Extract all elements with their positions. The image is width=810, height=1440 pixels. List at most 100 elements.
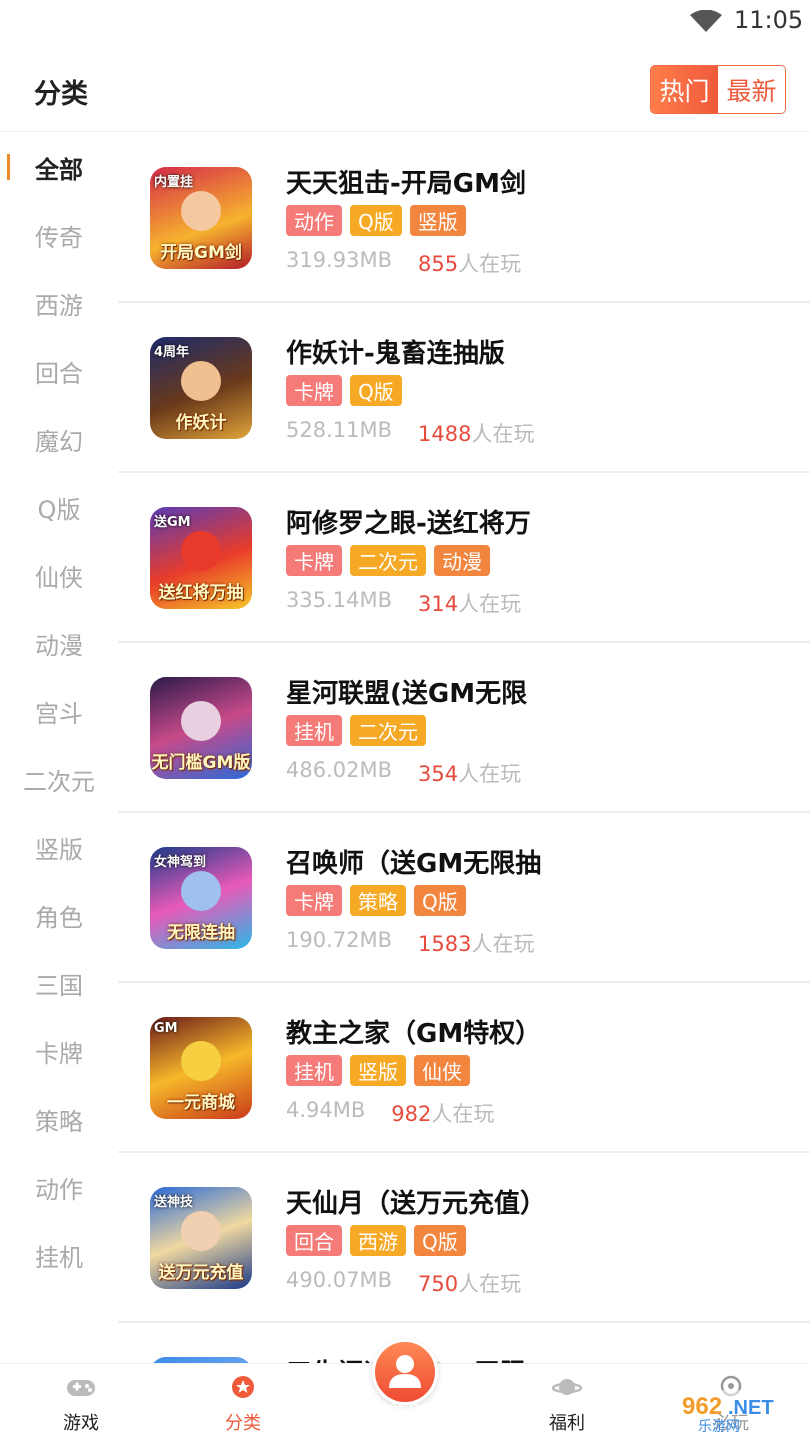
game-size: 528.11MB	[286, 418, 393, 442]
tab-category[interactable]: 分类	[188, 1364, 298, 1440]
game-meta: 190.72MB 1583人在玩	[286, 928, 534, 958]
clock: 11:05	[734, 6, 804, 34]
category-item[interactable]: 策略	[0, 1099, 118, 1139]
game-icon[interactable]: 送GM 送红将万抽	[150, 507, 252, 609]
game-list: 内置挂 开局GM剑 天天狙击-开局GM剑 动作 Q版 竖版 319.93MB 855人在玩 4周…	[118, 133, 810, 1363]
game-icon-badge-text: 4周年	[154, 345, 190, 360]
watermark-logo: 962 .NET 乐游网	[676, 1390, 804, 1435]
svg-text:.NET: .NET	[728, 1397, 774, 1419]
players-number: 1583	[418, 932, 472, 956]
category-item[interactable]: 动漫	[0, 623, 118, 663]
page-title: 分类	[34, 79, 88, 110]
game-icon[interactable]: 4周年 作妖计	[150, 337, 252, 439]
game-title: 作妖计-鬼畜连抽版	[286, 339, 505, 369]
game-size: 319.93MB	[286, 248, 393, 272]
players-number: 314	[418, 592, 459, 616]
game-tag: 仙侠	[414, 1055, 470, 1086]
game-tag: 回合	[286, 1225, 342, 1256]
game-tags: 卡牌 二次元 动漫	[286, 545, 490, 576]
tab-mine-label: 我的	[391, 1402, 419, 1418]
sort-hot-button[interactable]: 热门	[651, 66, 718, 113]
game-tags: 卡牌 Q版	[286, 375, 402, 406]
category-item[interactable]: 传奇	[0, 215, 118, 255]
svg-text:962: 962	[682, 1393, 722, 1420]
game-icon-badge-text: GM	[154, 1021, 178, 1036]
category-item[interactable]: 魔幻	[0, 419, 118, 459]
players-count: 354人在玩	[418, 758, 521, 788]
game-meta: 4.94MB 982人在玩	[286, 1098, 494, 1128]
game-list-item[interactable]: 内置挂 开局GM剑 天天狙击-开局GM剑 动作 Q版 竖版 319.93MB 855人在玩	[118, 133, 810, 303]
category-item[interactable]: 宫斗	[0, 691, 118, 731]
game-tags: 动作 Q版 竖版	[286, 205, 466, 236]
game-tags: 卡牌 策略 Q版	[286, 885, 466, 916]
category-item[interactable]: 三国	[0, 963, 118, 1003]
game-icon-badge-text: 内置挂	[154, 175, 194, 190]
game-icon-character	[181, 701, 221, 741]
category-item[interactable]: 西游	[0, 283, 118, 323]
game-tag: 动漫	[434, 545, 490, 576]
game-icon[interactable]: 送神技送万元充值	[150, 1187, 252, 1289]
game-icon-badge-text: 送神技	[154, 1195, 194, 1210]
game-icon[interactable]: 无门槛GM版	[150, 677, 252, 779]
game-title: 阿修罗之眼-送红将万	[286, 509, 531, 539]
header: 分类 热门 最新	[0, 44, 810, 132]
category-item[interactable]: 仙侠	[0, 555, 118, 595]
game-tag: 竖版	[350, 1055, 406, 1086]
category-item[interactable]: 全部	[0, 147, 118, 187]
game-icon[interactable]: 内置挂开局GM剑	[150, 167, 252, 269]
game-tag: Q版	[350, 375, 402, 406]
category-item[interactable]: 卡牌	[0, 1031, 118, 1071]
category-item[interactable]: Q版	[0, 487, 118, 527]
game-list-item[interactable]: 4周年 作妖计 作妖计-鬼畜连抽版 卡牌 Q版 528.11MB 1488人在玩	[118, 303, 810, 473]
game-list-item[interactable]: 女神驾到 无限连抽 召唤师（送GM无限抽 卡牌 策略 Q版 190.72MB 1583人在玩	[118, 813, 810, 983]
players-count: 1488人在玩	[418, 418, 534, 448]
category-item[interactable]: 二次元	[0, 759, 118, 799]
game-icon[interactable]: GM 一元商城	[150, 1017, 252, 1119]
game-meta: 490.07MB 750人在玩	[286, 1268, 521, 1298]
category-item[interactable]: 竖版	[0, 827, 118, 867]
tab-mine[interactable]	[372, 1339, 438, 1405]
category-item[interactable]: 挂机	[0, 1235, 118, 1275]
players-number: 354	[418, 762, 459, 786]
game-title: 天仙月（送万元充值）	[286, 1189, 547, 1219]
game-tag: 卡牌	[286, 375, 342, 406]
game-icon-badge-text: 送GM	[154, 515, 191, 530]
game-tags: 挂机 二次元	[286, 715, 426, 746]
game-list-item[interactable]: 无门槛GM版 星河联盟(送GM无限 挂机 二次元 486.02MB 354人在玩	[118, 643, 810, 813]
category-item[interactable]: 回合	[0, 351, 118, 391]
players-count: 750人在玩	[418, 1268, 521, 1298]
game-list-item[interactable]: 送神技送万元充值 天仙月（送万元充值） 回合 西游 Q版 490.07MB 750人在玩	[118, 1153, 810, 1323]
game-icon-character	[181, 191, 221, 231]
game-icon-badge-text: 女神驾到	[154, 855, 207, 870]
game-list-item[interactable]: 送GM 送红将万抽 阿修罗之眼-送红将万 卡牌 二次元 动漫 335.14MB 314人在玩	[118, 473, 810, 643]
game-tag: 西游	[350, 1225, 406, 1256]
game-tag: 挂机	[286, 715, 342, 746]
tab-welfare[interactable]: 福利	[512, 1364, 622, 1440]
game-tag: 卡牌	[286, 545, 342, 576]
game-list-item[interactable]: GM 一元商城 教主之家（GM特权） 挂机 竖版 仙侠 4.94MB 982人在玩	[118, 983, 810, 1153]
game-meta: 528.11MB 1488人在玩	[286, 418, 534, 448]
game-tags: 回合 西游 Q版	[286, 1225, 466, 1256]
category-sidebar: 全部传奇西游回合魔幻 Q版仙侠动漫宫斗二次元竖版角色三国卡牌策略动作挂机	[0, 133, 118, 1363]
game-icon[interactable]: 女神驾到 无限连抽	[150, 847, 252, 949]
active-category-indicator	[7, 154, 10, 180]
status-bar: 11:05	[0, 0, 810, 44]
category-icon	[232, 1376, 254, 1398]
game-icon-text: 送万元充值	[158, 1263, 244, 1283]
category-item[interactable]: 角色	[0, 895, 118, 935]
game-tag: 动作	[286, 205, 342, 236]
gamepad-icon	[67, 1380, 95, 1396]
game-size: 190.72MB	[286, 928, 393, 952]
tab-games[interactable]: 游戏	[26, 1364, 136, 1440]
tab-welfare-label: 福利	[549, 1413, 585, 1434]
game-icon-text: 一元商城	[167, 1093, 235, 1113]
players-suffix: 人在玩	[431, 1102, 495, 1126]
svg-text:乐游网: 乐游网	[698, 1419, 740, 1435]
players-suffix: 人在玩	[458, 252, 522, 276]
players-number: 1488	[418, 422, 472, 446]
sort-new-button[interactable]: 最新	[718, 66, 785, 113]
game-icon-text: 开局GM剑	[160, 243, 242, 263]
game-list-item[interactable]: 三生问道-送GM无限	[118, 1323, 810, 1363]
category-item[interactable]: 动作	[0, 1167, 118, 1207]
tab-games-label: 游戏	[63, 1413, 99, 1434]
